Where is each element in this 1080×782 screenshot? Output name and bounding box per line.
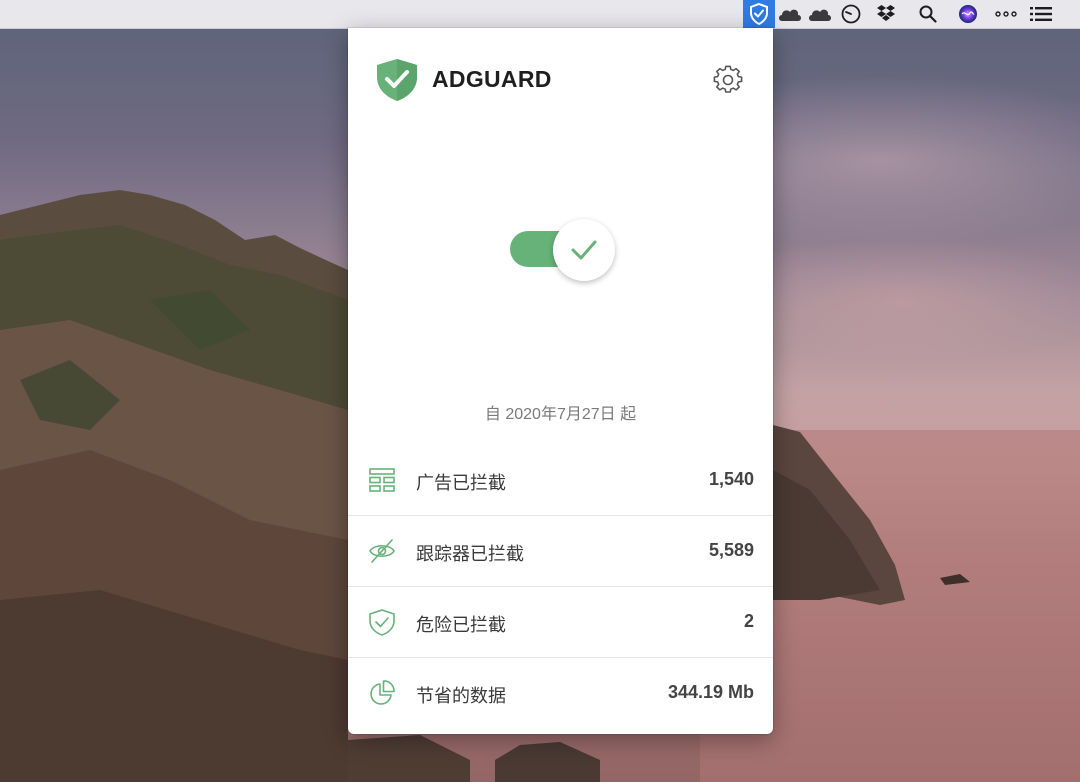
shield-check-icon [369, 609, 395, 636]
ads-icon [369, 468, 395, 492]
popover-header: ADGUARD [348, 28, 773, 128]
stat-value: 2 [743, 611, 754, 631]
settings-button[interactable] [712, 64, 744, 96]
siri-icon[interactable] [951, 0, 985, 28]
stat-label: 跟踪器已拦截 [416, 544, 524, 564]
adguard-popover: ADGUARD 自 2020年7月27日 起 广告已拦截 1,540 跟踪器已拦… [348, 28, 773, 734]
protection-toggle[interactable] [510, 218, 616, 282]
stat-row-data-saved[interactable]: 节省的数据 344.19 Mb [348, 657, 773, 728]
menu-bar [0, 0, 1080, 29]
dropbox-icon[interactable] [869, 0, 903, 28]
stat-label: 广告已拦截 [416, 473, 506, 493]
stat-row-ads-blocked[interactable]: 广告已拦截 1,540 [348, 445, 773, 515]
stats-since-text: 自 2020年7月27日 起 [484, 406, 637, 423]
tracker-eye-icon [369, 539, 395, 563]
pie-chart-icon [370, 680, 395, 705]
stat-row-threats-blocked[interactable]: 危险已拦截 2 [348, 586, 773, 657]
list-icon[interactable] [1024, 0, 1058, 28]
brand-title: ADGUARD [432, 66, 552, 92]
stat-value: 1,540 [708, 469, 754, 489]
stat-label: 节省的数据 [416, 686, 506, 706]
stat-label: 危险已拦截 [416, 615, 506, 635]
gear-icon [713, 65, 743, 93]
adguard-logo-icon [377, 59, 417, 101]
cloud-icon[interactable] [803, 0, 837, 28]
toggle-knob [553, 219, 615, 281]
stat-row-trackers-blocked[interactable]: 跟踪器已拦截 5,589 [348, 515, 773, 586]
stats-list: 广告已拦截 1,540 跟踪器已拦截 5,589 危险已拦截 2 节省的数据 3… [348, 445, 773, 728]
stat-value: 5,589 [708, 540, 754, 560]
cloud-icon[interactable] [773, 0, 807, 28]
adguard-menubar-icon[interactable] [743, 0, 775, 28]
more-icon[interactable] [989, 0, 1023, 28]
search-icon[interactable] [911, 0, 945, 28]
checkmark-icon [571, 240, 597, 260]
stat-value: 344.19 Mb [667, 682, 754, 702]
clock-icon[interactable] [834, 0, 868, 28]
